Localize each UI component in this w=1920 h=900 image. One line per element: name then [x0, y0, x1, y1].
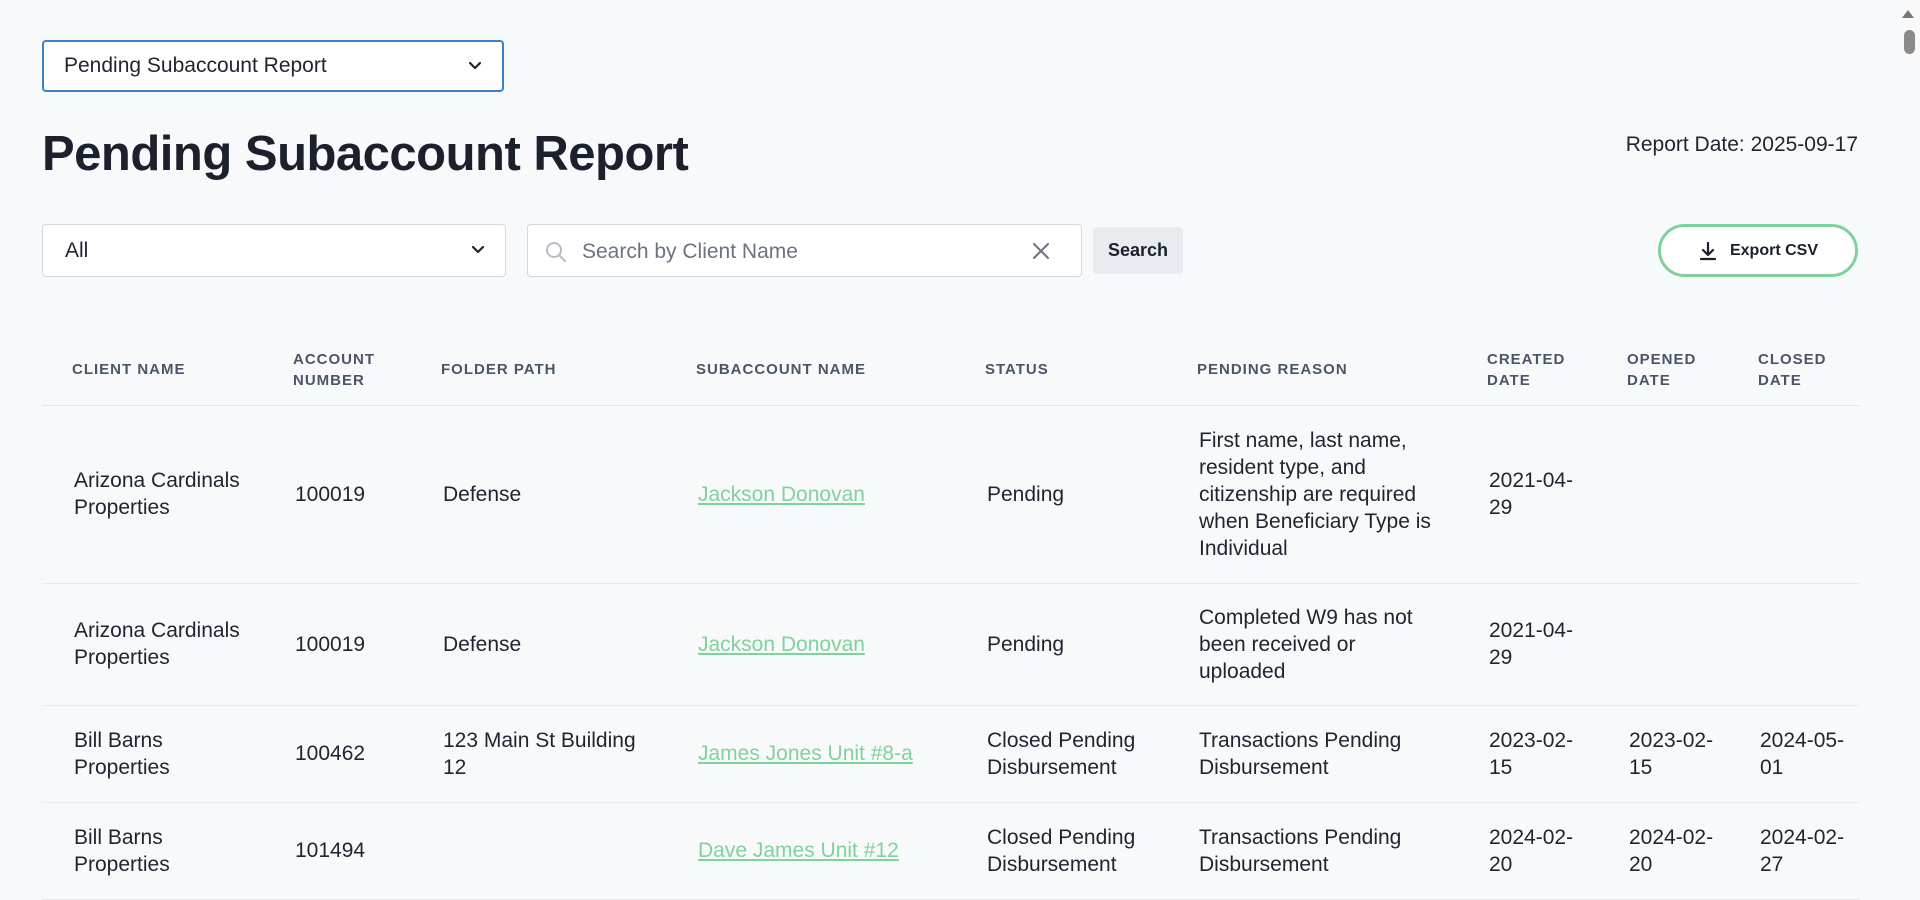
status-filter-select[interactable]: All: [42, 224, 506, 277]
client-search-input[interactable]: [580, 233, 1024, 271]
cell-status: Closed Pending Disbursement: [955, 705, 1167, 803]
cell-client-name: Bill Barns Properties: [42, 705, 263, 803]
cell-closed-date: 2024-05-01: [1728, 705, 1860, 803]
status-filter-value: All: [65, 238, 89, 262]
cell-created-date: 2023-02-15: [1457, 705, 1597, 803]
cell-account-number: 100019: [263, 405, 411, 584]
header-opened-date[interactable]: OPENED DATE: [1597, 335, 1728, 406]
cell-folder-path: [411, 802, 666, 900]
search-button[interactable]: Search: [1093, 227, 1183, 274]
cell-pending-reason: Completed W9 has not been received or up…: [1167, 583, 1457, 706]
header-subaccount-name[interactable]: SUBACCOUNT NAME: [666, 335, 955, 406]
search-icon: [546, 242, 566, 262]
cell-pending-reason: Transactions Pending Disbursement: [1167, 705, 1457, 803]
cell-subaccount-name: Dave James Unit #12: [666, 802, 955, 900]
cell-created-date: 2024-02-20: [1457, 802, 1597, 900]
cell-subaccount-name: Jackson Donovan: [666, 583, 955, 706]
table-row: Arizona Cardinals Properties 100019 Defe…: [42, 405, 1860, 584]
subaccount-link[interactable]: James Jones Unit #8-a: [698, 742, 913, 765]
pending-subaccount-table: CLIENT NAME ACCOUNT NUMBER FOLDER PATH S…: [42, 335, 1860, 900]
table-header-row: CLIENT NAME ACCOUNT NUMBER FOLDER PATH S…: [42, 335, 1860, 406]
header-account-number[interactable]: ACCOUNT NUMBER: [263, 335, 411, 406]
subaccount-link[interactable]: Jackson Donovan: [698, 633, 865, 656]
table-row: Bill Barns Properties 100462 123 Main St…: [42, 705, 1860, 803]
cell-folder-path: 123 Main St Building 12: [411, 705, 666, 803]
subaccount-link[interactable]: Jackson Donovan: [698, 483, 865, 506]
clear-icon[interactable]: [1031, 241, 1051, 261]
cell-opened-date: 2023-02-15: [1597, 705, 1728, 803]
cell-pending-reason: Transactions Pending Disbursement: [1167, 802, 1457, 900]
chevron-down-icon: [471, 245, 485, 254]
report-type-select[interactable]: Pending Subaccount Report: [42, 40, 504, 92]
download-icon: [1699, 241, 1717, 260]
cell-pending-reason: First name, last name, resident type, an…: [1167, 405, 1457, 584]
cell-status: Pending: [955, 405, 1167, 584]
header-client-name[interactable]: CLIENT NAME: [42, 335, 263, 406]
cell-account-number: 100019: [263, 583, 411, 706]
scrollbar-thumb[interactable]: [1904, 30, 1915, 54]
cell-closed-date: 2024-02-27: [1728, 802, 1860, 900]
header-folder-path[interactable]: FOLDER PATH: [411, 335, 666, 406]
export-csv-label: Export CSV: [1729, 241, 1818, 259]
cell-folder-path: Defense: [411, 405, 666, 584]
cell-created-date: 2021-04-29: [1457, 583, 1597, 706]
cell-closed-date: [1728, 583, 1860, 706]
report-type-select-value: Pending Subaccount Report: [64, 54, 327, 77]
table-row: Arizona Cardinals Properties 100019 Defe…: [42, 583, 1860, 706]
cell-client-name: Arizona Cardinals Properties: [42, 405, 263, 584]
header-closed-date[interactable]: CLOSED DATE: [1728, 335, 1860, 406]
cell-subaccount-name: Jackson Donovan: [666, 405, 955, 584]
cell-subaccount-name: James Jones Unit #8-a: [666, 705, 955, 803]
cell-opened-date: [1597, 583, 1728, 706]
cell-client-name: Arizona Cardinals Properties: [42, 583, 263, 706]
scroll-up-arrow-icon[interactable]: [1902, 10, 1914, 18]
cell-closed-date: [1728, 405, 1860, 584]
cell-client-name: Bill Barns Properties: [42, 802, 263, 900]
page-title: Pending Subaccount Report: [42, 127, 689, 181]
cell-account-number: 101494: [263, 802, 411, 900]
header-status[interactable]: STATUS: [955, 335, 1167, 406]
cell-created-date: 2021-04-29: [1457, 405, 1597, 584]
cell-opened-date: 2024-02-20: [1597, 802, 1728, 900]
table-row: Bill Barns Properties 101494 Dave James …: [42, 802, 1860, 900]
header-created-date[interactable]: CREATED DATE: [1457, 335, 1597, 406]
cell-folder-path: Defense: [411, 583, 666, 706]
export-csv-button[interactable]: Export CSV: [1658, 224, 1858, 277]
subaccount-link[interactable]: Dave James Unit #12: [698, 839, 899, 862]
client-search-box: [527, 224, 1082, 277]
chevron-down-icon: [468, 61, 482, 70]
report-date: Report Date: 2025-09-17: [1625, 133, 1858, 156]
header-pending-reason[interactable]: PENDING REASON: [1167, 335, 1457, 406]
cell-account-number: 100462: [263, 705, 411, 803]
cell-status: Pending: [955, 583, 1167, 706]
cell-status: Closed Pending Disbursement: [955, 802, 1167, 900]
cell-opened-date: [1597, 405, 1728, 584]
